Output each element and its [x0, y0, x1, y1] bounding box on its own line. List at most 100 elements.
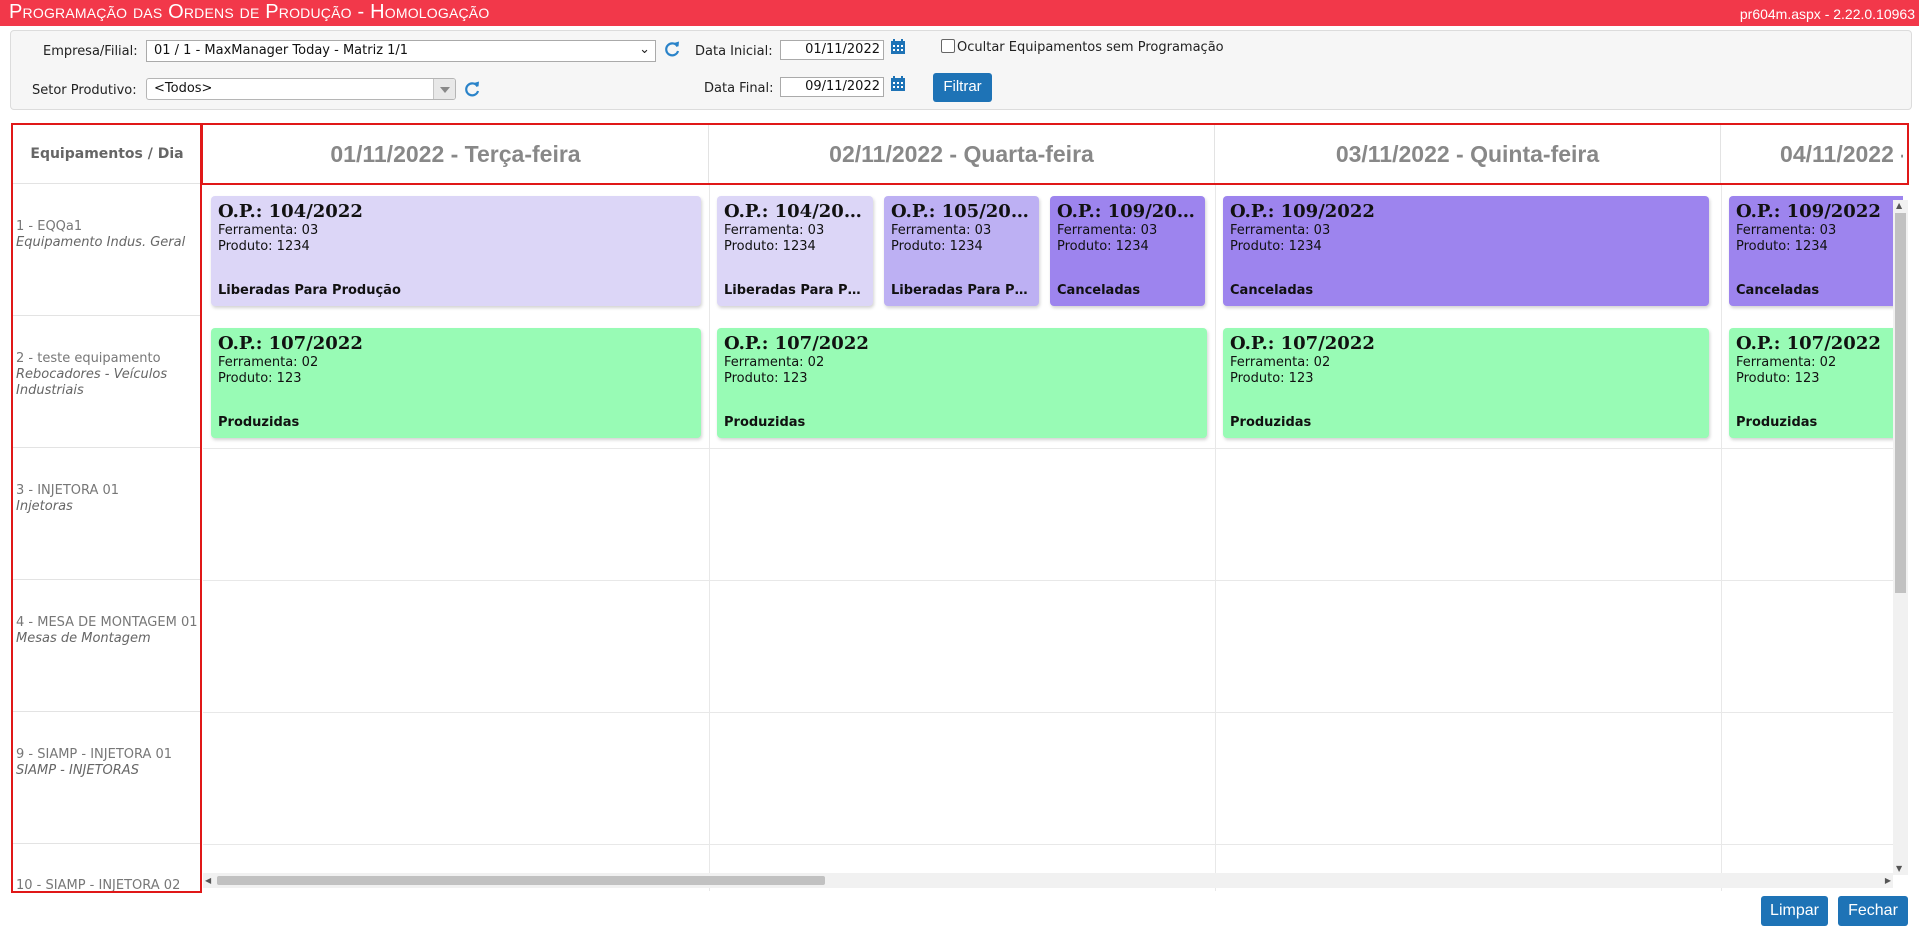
version-label: pr604m.aspx - 2.22.0.10963 — [1739, 6, 1915, 22]
grid-line — [1721, 184, 1722, 891]
grid-line — [709, 184, 710, 891]
grid-line — [203, 844, 1903, 845]
equipment-row: 9 - SIAMP - INJETORA 01 SIAMP - INJETORA… — [12, 712, 202, 844]
equipment-name: 3 - INJETORA 01 — [16, 483, 120, 498]
setor-select[interactable]: <Todos> — [146, 78, 456, 100]
title-bar: Programação das Ordens de Produção - Hom… — [0, 0, 1919, 26]
scroll-left-icon[interactable]: ◀ — [205, 876, 211, 886]
dropdown-arrow-icon[interactable] — [433, 79, 455, 99]
order-number: O.P.: 109/2022 — [1057, 201, 1198, 222]
order-product: Produto: 1234 — [1057, 239, 1149, 254]
scroll-up-icon[interactable]: ▲ — [1896, 201, 1902, 211]
order-tool: Ferramenta: 03 — [891, 223, 992, 238]
order-status: Canceladas — [1057, 283, 1141, 298]
order-card[interactable]: O.P.: 109/2022 Ferramenta: 03 Produto: 1… — [1050, 196, 1205, 306]
scroll-down-icon[interactable]: ▼ — [1896, 864, 1902, 874]
order-status: Produzidas — [1736, 415, 1818, 430]
order-tool: Ferramenta: 03 — [724, 223, 825, 238]
order-status: Liberadas Para Produção — [891, 283, 1032, 298]
calendar-icon[interactable] — [890, 75, 906, 92]
order-product: Produto: 123 — [218, 371, 302, 386]
ocultar-checkbox[interactable]: Ocultar Equipamentos sem Programação — [941, 39, 1224, 55]
order-card[interactable]: O.P.: 105/2022 Ferramenta: 03 Produto: 1… — [884, 196, 1039, 306]
order-tool: Ferramenta: 02 — [1230, 355, 1331, 370]
refresh-setor-icon[interactable] — [462, 79, 482, 99]
equipment-row: 2 - teste equipamento Rebocadores - Veíc… — [12, 316, 202, 448]
chevron-down-icon: ⌄ — [639, 42, 650, 57]
fechar-button[interactable]: Fechar — [1838, 896, 1908, 926]
order-number: O.P.: 107/2022 — [724, 333, 869, 354]
order-status: Produzidas — [1230, 415, 1312, 430]
day-header: 03/11/2022 - Quinta-feira — [1215, 124, 1721, 184]
order-number: O.P.: 107/2022 — [1230, 333, 1375, 354]
empresa-select[interactable]: 01 / 1 - MaxManager Today - Matriz 1/1 ⌄ — [146, 40, 656, 62]
order-card[interactable]: O.P.: 109/2022 Ferramenta: 03 Produto: 1… — [1729, 196, 1903, 306]
order-tool: Ferramenta: 03 — [1736, 223, 1837, 238]
data-inicial-label: Data Inicial: — [695, 44, 773, 59]
equipment-category: Equipamento Indus. Geral — [16, 235, 186, 250]
equipment-name: 2 - teste equipamento — [16, 351, 161, 366]
equipment-category: Mesas de Montagem — [16, 631, 151, 646]
data-final-input[interactable]: 09/11/2022 — [780, 77, 884, 97]
grid-line — [203, 580, 1903, 581]
equipment-row: 10 - SIAMP - INJETORA 02 — [12, 844, 202, 891]
limpar-button[interactable]: Limpar — [1761, 896, 1828, 926]
horizontal-scrollbar[interactable]: ◀ ▶ — [203, 873, 1893, 888]
order-product: Produto: 1234 — [724, 239, 816, 254]
order-tool: Ferramenta: 03 — [1057, 223, 1158, 238]
calendar-icon[interactable] — [890, 38, 906, 55]
order-tool: Ferramenta: 03 — [218, 223, 319, 238]
equipment-name: 1 - EQQa1 — [16, 219, 83, 234]
order-product: Produto: 1234 — [891, 239, 983, 254]
order-number: O.P.: 104/2022 — [724, 201, 866, 222]
day-header: 02/11/2022 - Quarta-feira — [709, 124, 1215, 184]
sidebar-header: Equipamentos / Dia — [12, 124, 202, 184]
order-card[interactable]: O.P.: 104/2022 Ferramenta: 03 Produto: 1… — [211, 196, 701, 306]
order-status: Liberadas Para Produção — [218, 283, 401, 298]
order-number: O.P.: 109/2022 — [1736, 201, 1881, 222]
order-card[interactable]: O.P.: 107/2022 Ferramenta: 02 Produto: 1… — [1223, 328, 1709, 438]
checkbox[interactable] — [941, 39, 955, 53]
order-number: O.P.: 104/2022 — [218, 201, 363, 222]
order-number: O.P.: 105/2022 — [891, 201, 1032, 222]
data-inicial-input[interactable]: 01/11/2022 — [780, 40, 884, 60]
setor-value: <Todos> — [154, 81, 213, 96]
scroll-thumb[interactable] — [217, 876, 825, 885]
order-status: Canceladas — [1230, 283, 1314, 298]
order-status: Produzidas — [218, 415, 300, 430]
order-tool: Ferramenta: 02 — [218, 355, 319, 370]
order-product: Produto: 1234 — [1230, 239, 1322, 254]
ocultar-label: Ocultar Equipamentos sem Programação — [957, 40, 1224, 55]
equipment-row: 3 - INJETORA 01 Injetoras — [12, 448, 202, 580]
page-title: Programação das Ordens de Produção - Hom… — [9, 1, 490, 23]
empresa-value: 01 / 1 - MaxManager Today - Matriz 1/1 — [154, 43, 409, 58]
filter-panel: Empresa/Filial: 01 / 1 - MaxManager Toda… — [10, 30, 1912, 110]
schedule-grid: Equipamentos / Dia 1 - EQQa1 Equipamento… — [12, 124, 1903, 891]
vertical-scrollbar[interactable]: ▲ ▼ — [1893, 200, 1908, 875]
scroll-thumb[interactable] — [1895, 213, 1906, 593]
order-card[interactable]: O.P.: 107/2022 Ferramenta: 02 Produto: 1… — [211, 328, 701, 438]
order-card[interactable]: O.P.: 107/2022 Ferramenta: 02 Produto: 1… — [717, 328, 1207, 438]
order-product: Produto: 1234 — [218, 239, 310, 254]
scroll-right-icon[interactable]: ▶ — [1885, 876, 1891, 886]
data-final-label: Data Final: — [704, 81, 774, 96]
day-header: 01/11/2022 - Terça-feira — [203, 124, 709, 184]
equipment-category: Injetoras — [16, 499, 73, 514]
grid-line — [203, 448, 1903, 449]
setor-label: Setor Produtivo: — [32, 83, 137, 98]
day-header: 04/11/2022 - Sexta-feira — [1721, 124, 1903, 184]
order-card[interactable]: O.P.: 104/2022 Ferramenta: 03 Produto: 1… — [717, 196, 873, 306]
filtrar-button[interactable]: Filtrar — [933, 73, 992, 102]
order-card[interactable]: O.P.: 107/2022 Ferramenta: 02 Produto: 1… — [1729, 328, 1903, 438]
order-number: O.P.: 109/2022 — [1230, 201, 1375, 222]
order-tool: Ferramenta: 02 — [1736, 355, 1837, 370]
order-product: Produto: 123 — [724, 371, 808, 386]
equipment-name: 9 - SIAMP - INJETORA 01 — [16, 747, 173, 762]
order-card[interactable]: O.P.: 109/2022 Ferramenta: 03 Produto: 1… — [1223, 196, 1709, 306]
refresh-empresa-icon[interactable] — [662, 39, 682, 59]
grid-line — [203, 712, 1903, 713]
order-product: Produto: 123 — [1230, 371, 1314, 386]
grid-line — [1215, 184, 1216, 891]
order-number: O.P.: 107/2022 — [1736, 333, 1881, 354]
equipment-name: 4 - MESA DE MONTAGEM 01 — [16, 615, 198, 630]
